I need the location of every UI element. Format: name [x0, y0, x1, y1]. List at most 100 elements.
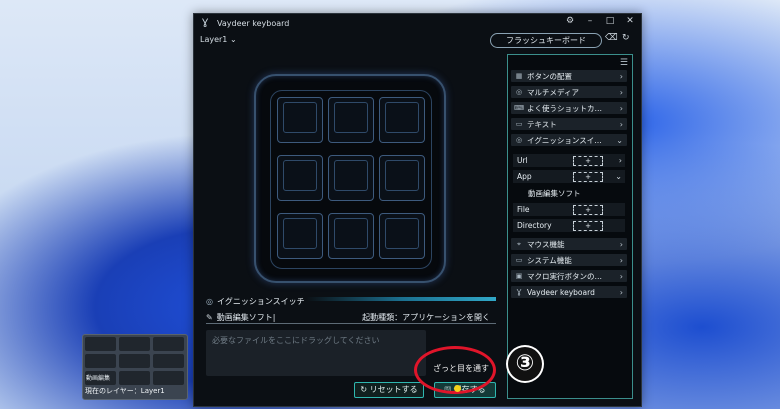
mini-key: [153, 371, 184, 385]
category-label: マルチメディア: [527, 87, 579, 97]
ignition-icon: ◎: [515, 136, 523, 144]
category-ignition[interactable]: ◎ イグニッションスイ… ⌄: [511, 134, 627, 146]
reset-icon: ↻: [360, 385, 370, 394]
key-1[interactable]: [277, 97, 323, 143]
layer-dropdown[interactable]: Layer1 ⌄: [200, 35, 237, 44]
window-controls: ⚙ – □ ✕: [565, 16, 635, 26]
keyboard-inner-frame: [270, 90, 432, 269]
ignition-item-directory[interactable]: Directory +: [513, 219, 625, 232]
chevron-right-icon: ›: [619, 87, 623, 97]
minimize-button[interactable]: –: [585, 16, 595, 26]
section-divider-gradient: [306, 297, 496, 301]
chevron-down-icon: ⌄: [615, 172, 622, 181]
filter-icon[interactable]: ☰: [620, 58, 628, 68]
chevron-right-icon: ›: [618, 156, 622, 165]
vaydeer-icon: Ɣ: [516, 288, 522, 296]
reset-button-label: リセットする: [369, 385, 418, 394]
category-system[interactable]: ▭ システム機能 ›: [511, 254, 627, 266]
category-text[interactable]: ▭ テキスト ›: [511, 118, 627, 130]
chevron-right-icon: ›: [619, 71, 623, 81]
monitor-icon: ▭: [515, 256, 523, 264]
chevron-right-icon: ›: [619, 287, 623, 297]
chevron-right-icon: ›: [619, 239, 623, 249]
drop-zone-placeholder: 必要なファイルをここにドラッグしてください: [212, 336, 380, 345]
section-title-text: イグニッションスイッチ: [216, 297, 305, 306]
chevron-right-icon: ›: [619, 119, 623, 129]
key-5[interactable]: [328, 155, 374, 201]
mini-key: [153, 337, 184, 351]
mini-layer-preview: 動画編集 現在のレイヤー：Layer1: [82, 334, 188, 400]
item-label: Directory: [517, 221, 552, 230]
key-6[interactable]: [379, 155, 425, 201]
mini-key: [153, 354, 184, 368]
key-2[interactable]: [328, 97, 374, 143]
item-label: File: [517, 205, 530, 214]
window-title: Vaydeer keyboard: [217, 18, 290, 28]
add-url-button[interactable]: +: [573, 155, 603, 166]
mouse-cursor: [454, 385, 461, 392]
grid-icon: ▦: [515, 72, 523, 80]
ignition-item-url[interactable]: Url + ›: [513, 154, 625, 167]
step-number-badge: ③: [508, 347, 542, 381]
category-mouse[interactable]: ⌖ マウス機能 ›: [511, 238, 627, 250]
chevron-right-icon: ›: [619, 255, 623, 265]
app-entry-item[interactable]: 動画編集ソフト: [528, 188, 581, 199]
category-button-layout[interactable]: ▦ ボタンの配置 ›: [511, 70, 627, 82]
layer-dropdown-value: Layer1: [200, 35, 228, 44]
eraser-icon[interactable]: ⌫: [605, 33, 618, 43]
add-app-button[interactable]: +: [573, 171, 603, 182]
flash-keyboard-button[interactable]: フラッシュキーボード: [490, 33, 602, 48]
item-label: App: [517, 172, 532, 181]
chevron-down-icon: ⌄: [616, 135, 623, 145]
section-title: ◎ イグニッションスイッチ: [206, 296, 305, 307]
key-4[interactable]: [277, 155, 323, 201]
refresh-icon[interactable]: ↻: [622, 33, 630, 43]
category-multimedia[interactable]: ◎ マルチメディア ›: [511, 86, 627, 98]
text-icon: ▭: [515, 120, 523, 128]
title-bar: Ɣ Vaydeer keyboard ⚙ – □ ✕: [194, 14, 641, 32]
current-layer-label: 現在のレイヤー：Layer1: [85, 387, 165, 395]
reset-button[interactable]: ↻ リセットする: [354, 382, 424, 398]
ignition-icon: ◎: [206, 297, 213, 306]
settings-icon[interactable]: ⚙: [565, 16, 575, 26]
mini-key: [119, 371, 150, 385]
media-icon: ◎: [515, 88, 523, 96]
mini-key: [119, 354, 150, 368]
category-label: ボタンの配置: [527, 71, 572, 81]
chevron-right-icon: ›: [619, 271, 623, 281]
add-directory-button[interactable]: +: [573, 220, 603, 231]
item-label: Url: [517, 156, 528, 165]
category-label: マクロ実行ボタンの…: [527, 271, 602, 281]
app-window: Ɣ Vaydeer keyboard ⚙ – □ ✕ Layer1 ⌄ フラッシ…: [193, 13, 642, 407]
ignition-item-app[interactable]: App + ⌄: [513, 170, 625, 183]
category-vaydeer[interactable]: Ɣ Vaydeer keyboard ›: [511, 286, 627, 298]
category-label: システム機能: [527, 255, 572, 265]
key-7[interactable]: [277, 213, 323, 259]
mini-key: [119, 337, 150, 351]
mini-key-label: 動画編集: [86, 375, 111, 382]
pen-icon: ✎: [206, 313, 213, 322]
keyboard-icon: ⌨: [514, 104, 525, 112]
category-label: Vaydeer keyboard: [527, 287, 595, 297]
shortcut-name-value: 動画編集ソフト|: [216, 313, 276, 322]
add-file-button[interactable]: +: [573, 204, 603, 215]
launch-type-label: 起動種類：アプリケーションを開く: [362, 313, 490, 322]
file-drop-zone[interactable]: 必要なファイルをここにドラッグしてください: [206, 330, 426, 376]
macro-icon: ▣: [515, 272, 523, 280]
key-8[interactable]: [328, 213, 374, 259]
keyboard-preview: [254, 74, 446, 283]
maximize-button[interactable]: □: [605, 16, 615, 26]
close-button[interactable]: ✕: [625, 16, 635, 26]
key-3[interactable]: [379, 97, 425, 143]
category-macro[interactable]: ▣ マクロ実行ボタンの… ›: [511, 270, 627, 282]
mouse-icon: ⌖: [517, 239, 521, 248]
ignition-item-file[interactable]: File +: [513, 203, 625, 216]
category-shortcuts[interactable]: ⌨ よく使うショットカ… ›: [511, 102, 627, 114]
chevron-right-icon: ›: [619, 103, 623, 113]
mini-key: [85, 337, 116, 351]
category-label: マウス機能: [527, 239, 565, 249]
key-9[interactable]: [379, 213, 425, 259]
category-label: テキスト: [527, 119, 557, 129]
vaydeer-logo-icon: Ɣ: [202, 18, 209, 28]
shortcut-name-field[interactable]: ✎ 動画編集ソフト| 起動種類：アプリケーションを開く: [206, 312, 496, 324]
